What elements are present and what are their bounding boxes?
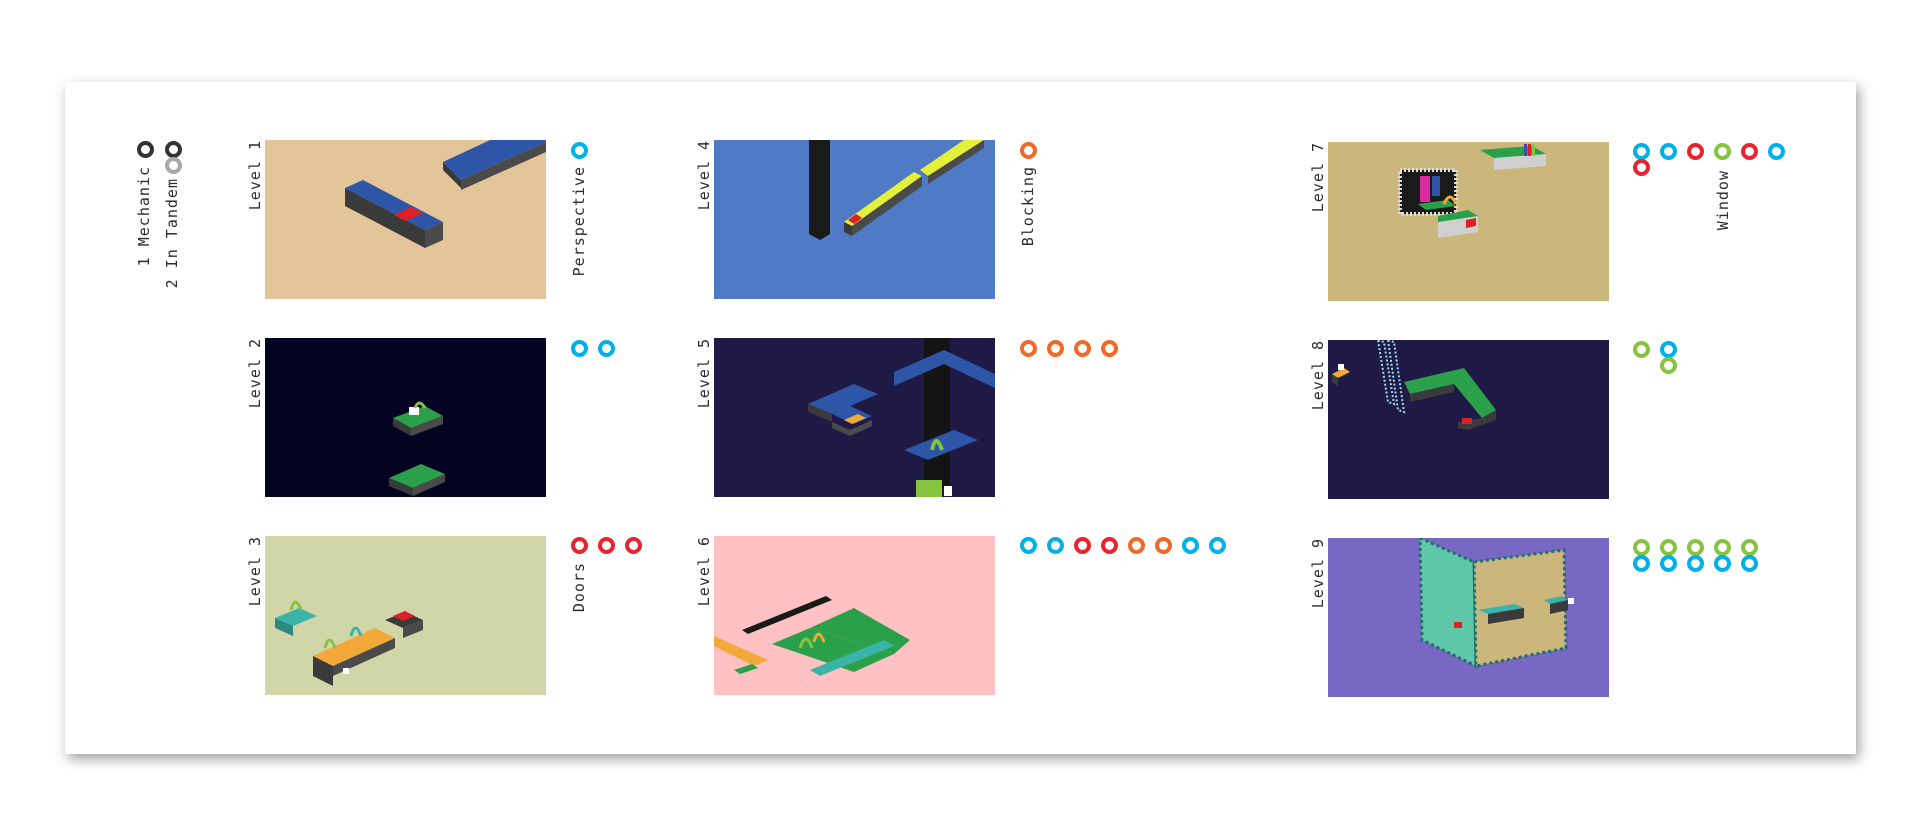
level-6-dot-8	[1209, 537, 1226, 554]
level-5-dot-2	[1047, 340, 1064, 357]
level-2-label: Level 2	[246, 338, 264, 409]
level-7-mechanic: Window	[1714, 170, 1732, 231]
level-7-label: Level 7	[1309, 142, 1327, 213]
level-5-dot-3	[1074, 340, 1091, 357]
level-1-mechanic: Perspective	[570, 166, 588, 277]
level-4-scene	[714, 140, 995, 299]
level-9-dot-1	[1633, 539, 1650, 556]
level-3-label: Level 3	[246, 536, 264, 607]
level-9-dot-2	[1660, 539, 1677, 556]
legend-mechanic-dot	[137, 141, 154, 158]
level-7-dot-2	[1660, 143, 1677, 160]
level-9-dot-5	[1741, 539, 1758, 556]
level-5-dot-1	[1020, 340, 1037, 357]
level-6-dot-1	[1020, 537, 1037, 554]
level-9-dot-3	[1687, 539, 1704, 556]
level-7-scene	[1328, 142, 1609, 301]
level-5-scene	[714, 338, 995, 497]
level-9-scene	[1328, 538, 1609, 697]
level-8-dot-1	[1633, 341, 1650, 358]
legend-tandem-dot-primary	[165, 141, 182, 158]
level-6-scene	[714, 536, 995, 695]
level-5-thumbnail[interactable]	[714, 338, 995, 497]
level-8-dot-2	[1660, 341, 1677, 358]
level-1-dot	[571, 142, 588, 159]
level-8-dot-3	[1660, 357, 1677, 374]
level-4-thumbnail[interactable]	[714, 140, 995, 299]
level-7-dot-5	[1741, 143, 1758, 160]
level-2-scene	[265, 338, 546, 497]
level-3-scene	[265, 536, 546, 695]
level-8-label: Level 8	[1309, 340, 1327, 411]
level-9-dot-7	[1660, 555, 1677, 572]
level-2-dot-2	[598, 340, 615, 357]
level-8-scene	[1328, 340, 1609, 499]
level-9-thumbnail[interactable]	[1328, 538, 1609, 697]
level-9-dot-4	[1714, 539, 1731, 556]
level-3-mechanic: Doors	[570, 562, 588, 613]
level-9-dot-10	[1741, 555, 1758, 572]
level-5-label: Level 5	[695, 338, 713, 409]
level-3-dot-2	[598, 537, 615, 554]
level-4-dot	[1020, 142, 1037, 159]
level-6-dot-6	[1155, 537, 1172, 554]
level-9-label: Level 9	[1309, 538, 1327, 609]
level-6-dot-7	[1182, 537, 1199, 554]
level-7-dot-7	[1633, 159, 1650, 176]
level-6-dot-5	[1128, 537, 1145, 554]
level-1-label: Level 1	[246, 140, 264, 211]
level-6-dot-2	[1047, 537, 1064, 554]
level-6-label: Level 6	[695, 536, 713, 607]
level-4-mechanic: Blocking	[1019, 166, 1037, 247]
legend-tandem-label: 2 In Tandem	[163, 178, 181, 289]
level-7-dot-1	[1633, 143, 1650, 160]
level-2-dot-1	[571, 340, 588, 357]
level-7-dot-4	[1714, 143, 1731, 160]
level-3-thumbnail[interactable]	[265, 536, 546, 695]
level-6-dot-4	[1101, 537, 1118, 554]
level-6-dot-3	[1074, 537, 1091, 554]
level-9-dot-8	[1687, 555, 1704, 572]
level-9-dot-9	[1714, 555, 1731, 572]
level-7-dot-3	[1687, 143, 1704, 160]
level-1-scene	[265, 140, 546, 299]
level-1-thumbnail[interactable]	[265, 140, 546, 299]
legend-tandem-dot-secondary	[165, 157, 182, 174]
level-3-dot-3	[625, 537, 642, 554]
level-2-thumbnail[interactable]	[265, 338, 546, 497]
level-9-dot-6	[1633, 555, 1650, 572]
level-7-dot-6	[1768, 143, 1785, 160]
level-7-thumbnail[interactable]	[1328, 142, 1609, 301]
level-6-thumbnail[interactable]	[714, 536, 995, 695]
level-3-dot-1	[571, 537, 588, 554]
level-8-thumbnail[interactable]	[1328, 340, 1609, 499]
legend-mechanic-label: 1 Mechanic	[135, 166, 153, 267]
level-4-label: Level 4	[695, 140, 713, 211]
level-5-dot-4	[1101, 340, 1118, 357]
